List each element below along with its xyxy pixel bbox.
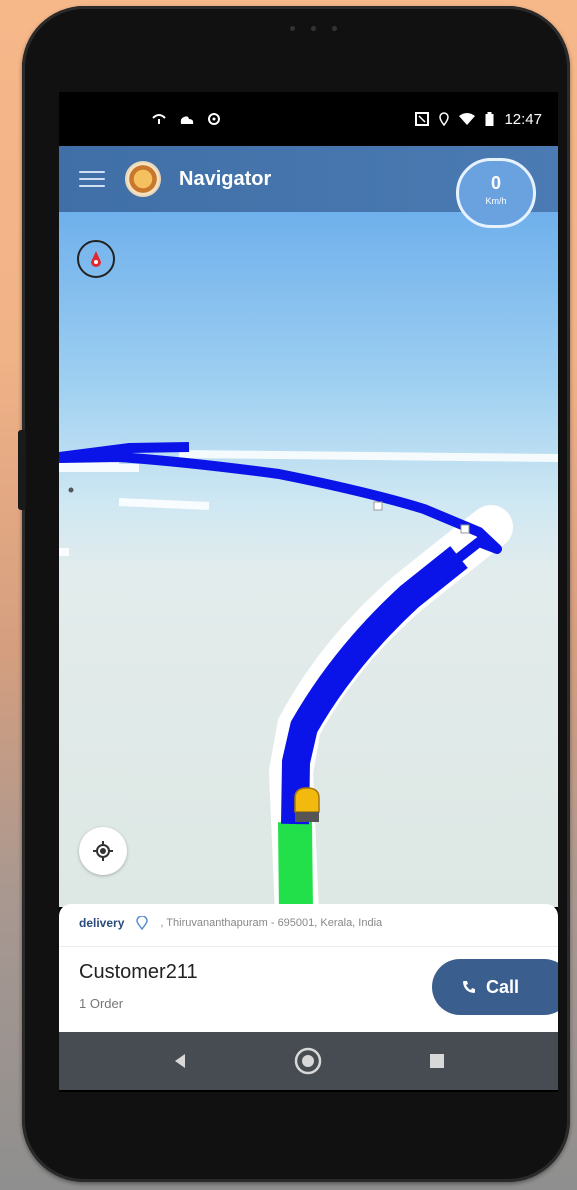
speed-value: 0 <box>490 173 501 193</box>
location-status-icon <box>439 112 450 126</box>
map-poi <box>68 487 74 493</box>
nfc-icon <box>415 112 430 126</box>
status-time: 12:47 <box>504 110 542 128</box>
customer-name: Customer211 <box>79 961 198 983</box>
speed-unit: Km/h <box>485 196 507 206</box>
divider <box>59 946 558 947</box>
wifi-icon <box>459 113 476 125</box>
speed-indicator: 0 Km/h <box>456 158 536 228</box>
sync-icon <box>208 113 220 125</box>
phone-icon <box>463 981 475 993</box>
app-logo-icon <box>125 161 161 197</box>
battery-icon <box>485 112 494 126</box>
cloud-icon <box>180 116 194 124</box>
phone-screen: 12:47 Navigator 0 Km/h delivery , Thiruv… <box>59 92 558 1092</box>
status-bar: 12:47 <box>59 92 558 146</box>
map-view[interactable] <box>59 212 558 907</box>
map-poi <box>460 524 470 534</box>
route-overlay <box>59 442 558 907</box>
notification-icon <box>152 114 166 124</box>
call-button[interactable]: Call <box>432 959 558 1015</box>
map-poi <box>373 501 383 511</box>
call-button-label: Call <box>486 976 520 997</box>
back-icon[interactable] <box>172 1053 188 1069</box>
app-title: Navigator <box>179 167 272 190</box>
order-count: 1 Order <box>79 996 124 1011</box>
vehicle-icon-body <box>295 812 319 822</box>
system-nav-bar <box>59 1032 558 1090</box>
menu-icon[interactable] <box>79 171 105 187</box>
speaker-grille <box>290 26 337 31</box>
side-button <box>18 430 26 510</box>
delivery-address: , Thiruvananthapuram - 695001, Kerala, I… <box>160 917 383 929</box>
delivery-row: delivery , Thiruvananthapuram - 695001, … <box>79 916 480 930</box>
delivery-type-label: delivery <box>79 916 125 930</box>
traveled-route <box>278 821 313 907</box>
vehicle-icon <box>294 787 320 813</box>
delivery-info-card: delivery , Thiruvananthapuram - 695001, … <box>59 904 558 1032</box>
locate-icon[interactable] <box>79 827 127 875</box>
home-icon[interactable] <box>293 1046 323 1076</box>
compass-icon[interactable] <box>77 240 115 278</box>
recents-icon[interactable] <box>429 1053 445 1069</box>
location-pin-icon <box>136 916 149 930</box>
